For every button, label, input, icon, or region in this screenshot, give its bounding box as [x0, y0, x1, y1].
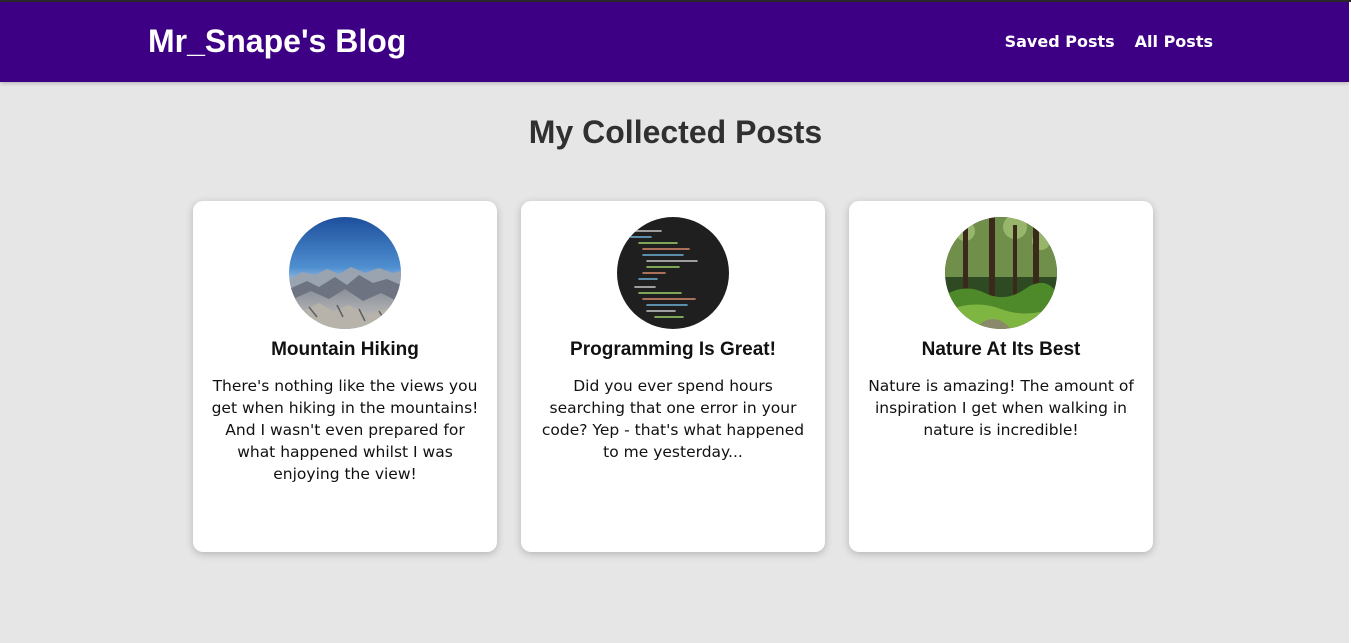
- mountain-photo: [289, 217, 401, 329]
- forest-photo: [945, 217, 1057, 329]
- page-title: My Collected Posts: [528, 114, 823, 150]
- post-excerpt: Nature is amazing! The amount of inspira…: [868, 377, 1134, 439]
- site-logo[interactable]: Mr_Snape's Blog: [148, 23, 406, 60]
- post-title: Nature At Its Best: [921, 339, 1081, 360]
- post-title: Programming Is Great!: [570, 339, 776, 360]
- code-photo: [617, 217, 729, 329]
- post-card-nature[interactable]: Nature At Its Best Nature is amazing! Th…: [849, 201, 1153, 552]
- nav-all-posts[interactable]: All Posts: [1135, 32, 1213, 51]
- post-title: Mountain Hiking: [271, 339, 419, 360]
- nav-saved-posts[interactable]: Saved Posts: [1005, 32, 1115, 51]
- post-card-programming[interactable]: Programming Is Great! Did you ever spend…: [521, 201, 825, 552]
- post-card-mountain-hiking[interactable]: Mountain Hiking There's nothing like the…: [193, 201, 497, 552]
- main-nav: Saved Posts All Posts: [1005, 32, 1213, 51]
- post-excerpt: There's nothing like the views you get w…: [211, 377, 479, 483]
- post-excerpt: Did you ever spend hours searching that …: [541, 377, 805, 461]
- posts-grid: Mountain Hiking There's nothing like the…: [193, 201, 1153, 552]
- site-header: Mr_Snape's Blog Saved Posts All Posts: [0, 2, 1349, 82]
